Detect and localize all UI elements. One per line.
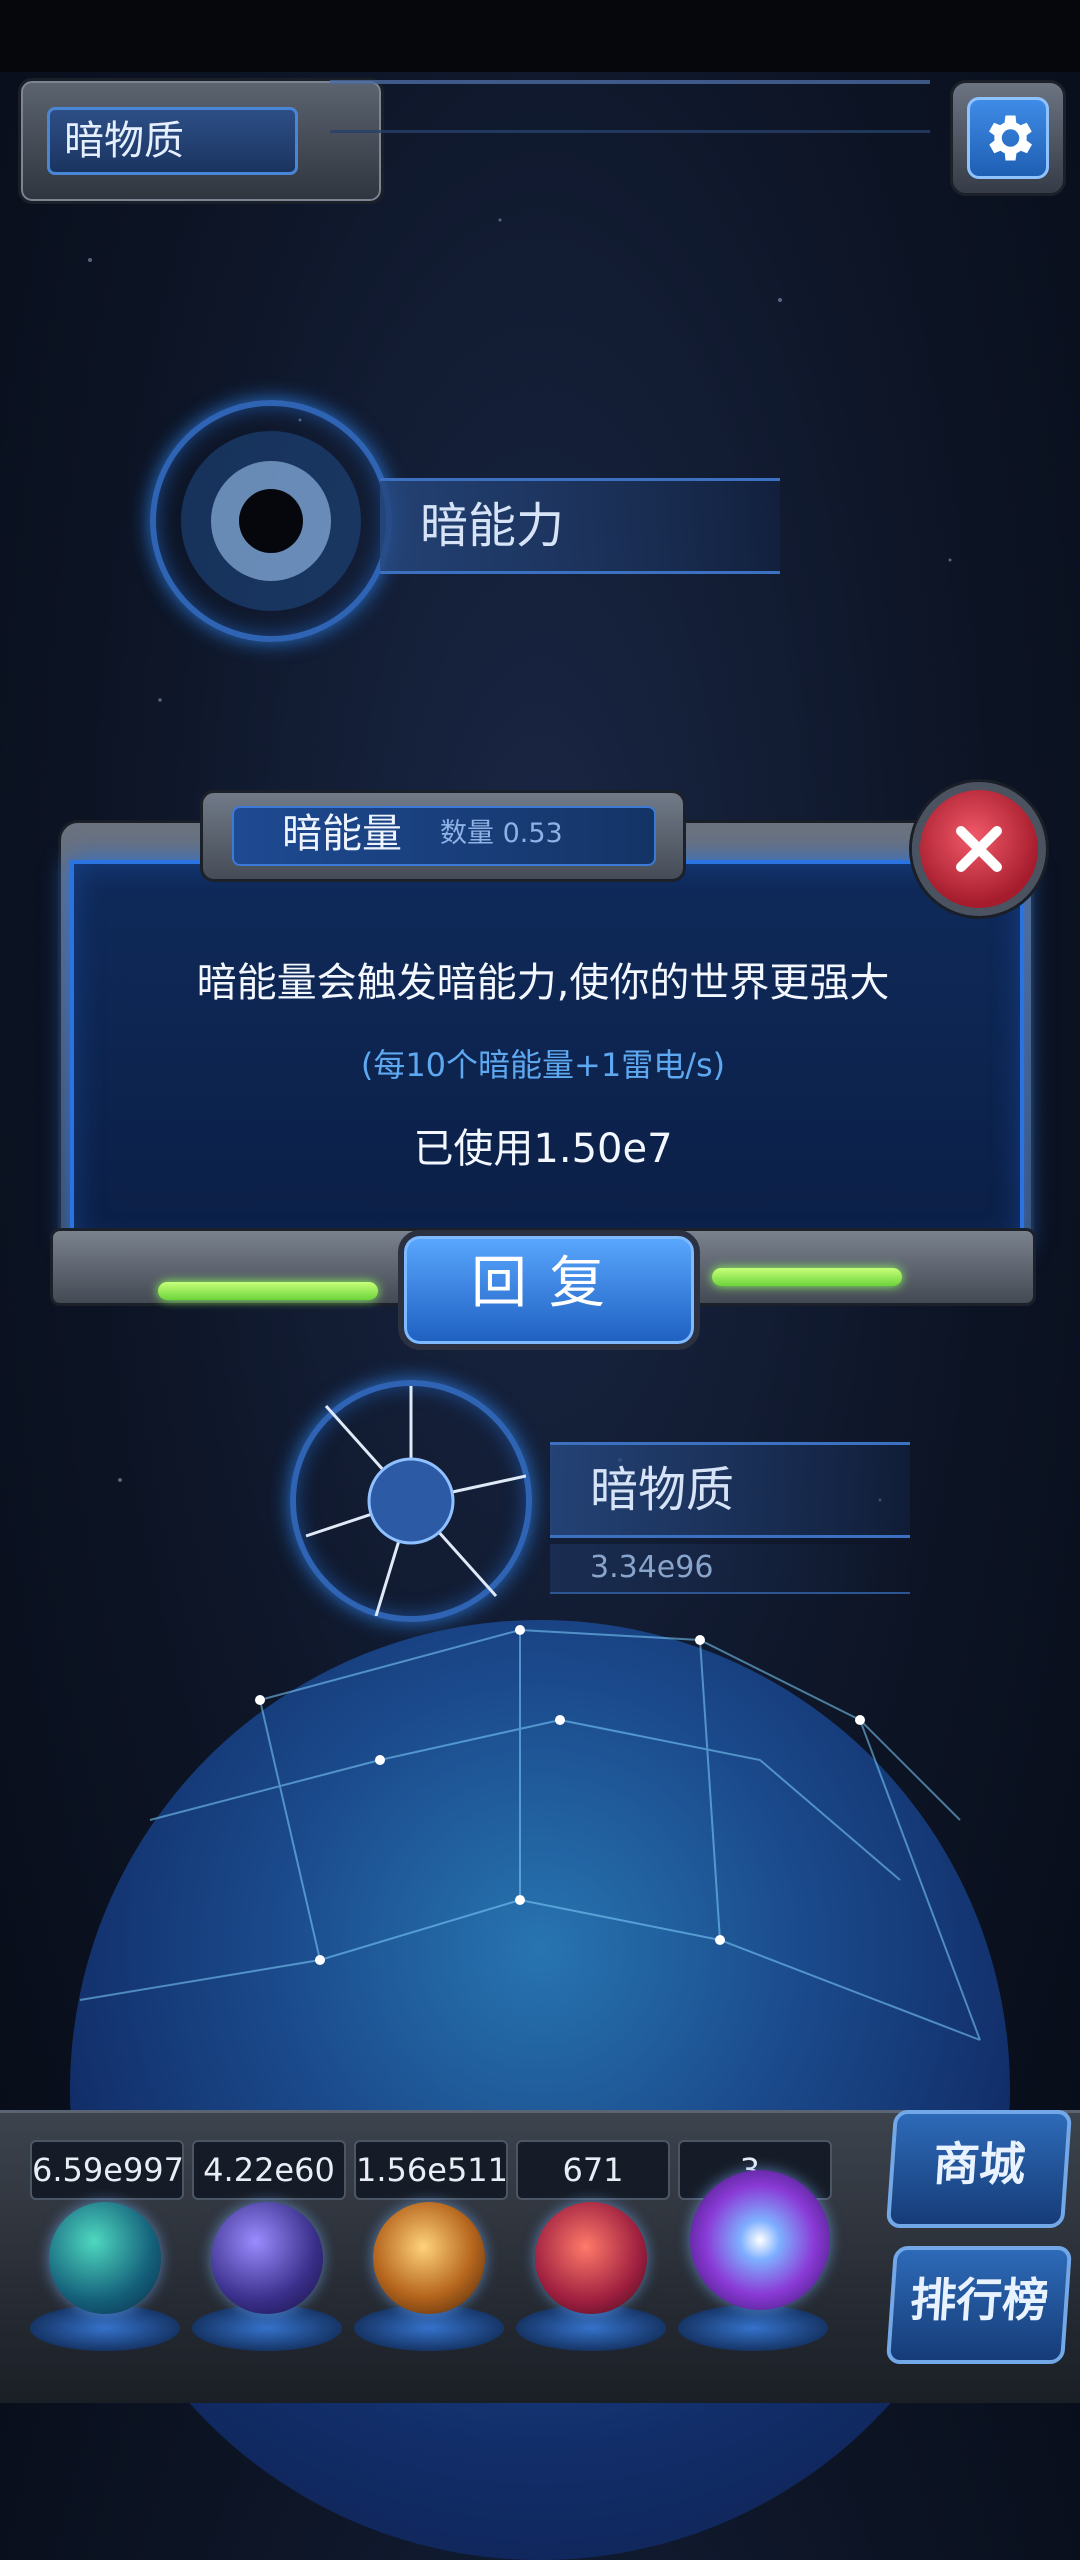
- dark-matter-label: 暗物质: [550, 1442, 910, 1538]
- close-icon: [956, 826, 1002, 872]
- dark-ability-label: 暗能力: [380, 478, 780, 574]
- dark-matter-sphere-icon: [305, 1386, 527, 1617]
- resource-value-4: 671: [516, 2140, 670, 2200]
- dialog-used-text: 已使用1.50e7: [413, 1126, 673, 1172]
- dialog-count: 数量 0.53: [440, 818, 563, 849]
- black-hole-icon: [181, 431, 361, 611]
- gear-icon: [989, 115, 1032, 161]
- page-title: 暗物质: [47, 107, 298, 175]
- purple-vortex-orb-icon[interactable]: [690, 2170, 830, 2310]
- dialog-title: 暗能量: [282, 811, 402, 857]
- leaderboard-button[interactable]: 排行榜: [885, 2246, 1073, 2364]
- settings-button[interactable]: [950, 80, 1066, 196]
- restore-button[interactable]: 回复: [398, 1230, 700, 1350]
- close-button[interactable]: [912, 782, 1046, 916]
- dark-ability-node[interactable]: [150, 400, 392, 642]
- red-crystal-orb-icon[interactable]: [535, 2202, 647, 2314]
- status-bar: [0, 0, 1080, 72]
- galaxy-orb-icon[interactable]: [373, 2202, 485, 2314]
- energy-bar-left: [158, 1282, 378, 1300]
- green-planet-orb-icon[interactable]: [49, 2202, 161, 2314]
- resource-value-1: 6.59e997: [30, 2140, 184, 2200]
- top-rail-decoration: [330, 80, 930, 133]
- energy-bar-right: [712, 1268, 902, 1286]
- planet-globe: [70, 1620, 1010, 2560]
- dialog-description: 暗能量会触发暗能力,使你的世界更强大: [196, 960, 890, 1006]
- dialog-rate-text: (每10个暗能量+1雷电/s): [360, 1046, 726, 1084]
- resource-value-3: 1.56e511: [354, 2140, 508, 2200]
- lightning-orb-icon[interactable]: [211, 2202, 323, 2314]
- resource-value-2: 4.22e60: [192, 2140, 346, 2200]
- dark-matter-value: 3.34e96: [550, 1544, 910, 1594]
- shop-button[interactable]: 商城: [885, 2110, 1073, 2228]
- dark-matter-node[interactable]: [290, 1380, 532, 1622]
- orb-pad: [678, 2305, 828, 2351]
